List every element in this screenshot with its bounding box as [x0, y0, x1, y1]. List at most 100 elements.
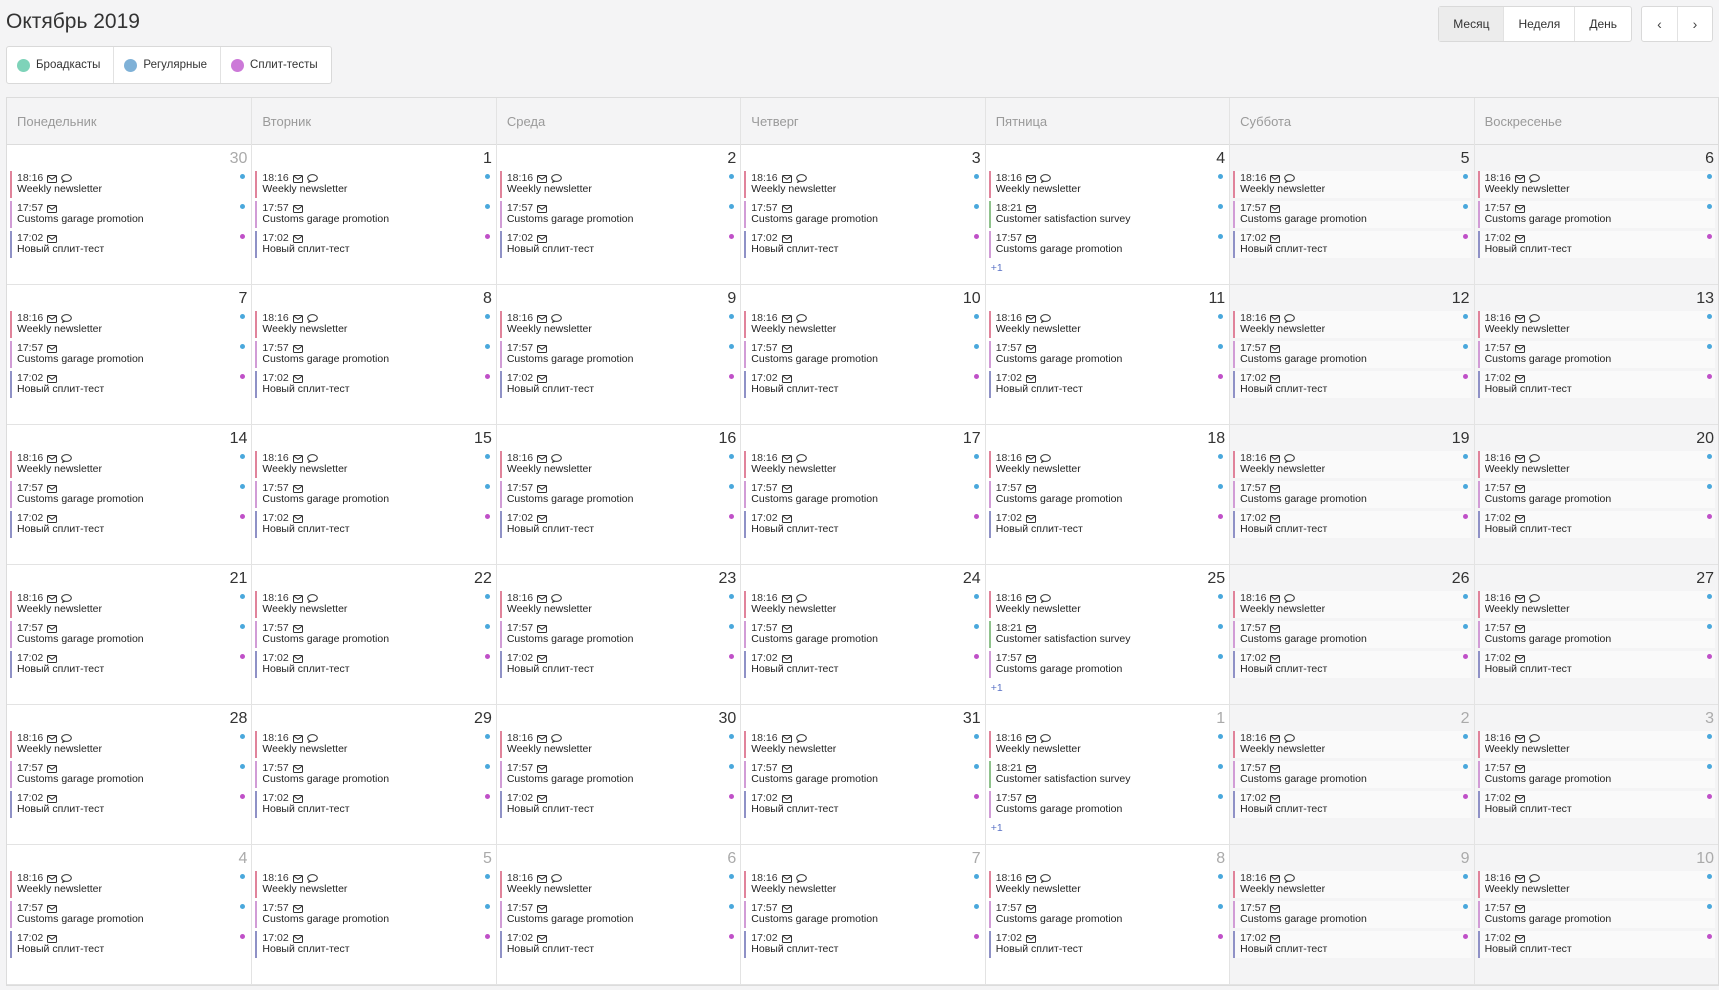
calendar-event[interactable]: 18:16 Weekly newsletter [499, 311, 738, 338]
calendar-event[interactable]: 17:57 Customs garage promotion [744, 341, 982, 368]
day-cell[interactable]: 1 18:16 Weekly newsletter 17:57 Customs gara… [251, 145, 496, 285]
calendar-event[interactable]: 17:02 Новый сплит-тест [10, 651, 249, 678]
calendar-event[interactable]: 17:57 Customs garage promotion [1233, 481, 1471, 508]
calendar-event[interactable]: 18:16 Weekly newsletter [988, 171, 1227, 198]
day-cell[interactable]: 9 18:16 Weekly newsletter 17:57 Customs gara… [1229, 845, 1474, 985]
calendar-event[interactable]: 18:16 Weekly newsletter [1233, 591, 1471, 618]
calendar-event[interactable]: 17:57 Customs garage promotion [744, 761, 982, 788]
calendar-event[interactable]: 17:02 Новый сплит-тест [1477, 231, 1715, 258]
calendar-event[interactable]: 17:57 Customs garage promotion [744, 621, 982, 648]
calendar-event[interactable]: 18:16 Weekly newsletter [1233, 311, 1471, 338]
calendar-event[interactable]: 18:16 Weekly newsletter [499, 171, 738, 198]
day-cell[interactable]: 30 18:16 Weekly newsletter 17:57 Customs gar… [495, 705, 741, 845]
calendar-event[interactable]: 17:57 Customs garage promotion [255, 201, 493, 228]
calendar-event[interactable]: 17:02 Новый сплит-тест [499, 231, 738, 258]
calendar-event[interactable]: 17:57 Customs garage promotion [988, 341, 1227, 368]
calendar-event[interactable]: 18:16 Weekly newsletter [744, 591, 982, 618]
calendar-event[interactable]: 18:16 Weekly newsletter [744, 171, 982, 198]
day-cell[interactable]: 21 18:16 Weekly newsletter 17:57 Customs gar… [7, 565, 252, 705]
calendar-event[interactable]: 18:16 Weekly newsletter [255, 871, 493, 898]
legend-item-broadcasts[interactable]: Броадкасты [7, 47, 113, 83]
calendar-event[interactable]: 17:02 Новый сплит-тест [255, 511, 493, 538]
day-cell[interactable]: 10 18:16 Weekly newsletter 17:57 Customs gar… [1473, 845, 1718, 985]
calendar-event[interactable]: 17:57 Customs garage promotion [499, 761, 738, 788]
calendar-event[interactable]: 18:16 Weekly newsletter [499, 591, 738, 618]
calendar-event[interactable]: 17:57 Customs garage promotion [988, 791, 1227, 818]
calendar-event[interactable]: 17:02 Новый сплит-тест [10, 791, 249, 818]
calendar-event[interactable]: 17:02 Новый сплит-тест [10, 371, 249, 398]
calendar-event[interactable]: 17:57 Customs garage promotion [1233, 341, 1471, 368]
calendar-event[interactable]: 18:16 Weekly newsletter [10, 731, 249, 758]
calendar-event[interactable]: 17:57 Customs garage promotion [1477, 341, 1715, 368]
calendar-event[interactable]: 18:16 Weekly newsletter [499, 731, 738, 758]
day-cell[interactable]: 18 18:16 Weekly newsletter 17:57 Customs gar… [984, 425, 1230, 565]
chevron-left-icon[interactable]: ‹ [1642, 7, 1677, 41]
day-cell[interactable]: 16 18:16 Weekly newsletter 17:57 Customs gar… [495, 425, 741, 565]
day-cell[interactable]: 5 18:16 Weekly newsletter 17:57 Customs gara… [1229, 145, 1474, 285]
calendar-event[interactable]: 18:16 Weekly newsletter [744, 311, 982, 338]
calendar-event[interactable]: 17:02 Новый сплит-тест [499, 511, 738, 538]
calendar-event[interactable]: 18:16 Weekly newsletter [1477, 591, 1715, 618]
legend-item-regular[interactable]: Регулярные [113, 47, 220, 83]
day-cell[interactable]: 24 18:16 Weekly newsletter 17:57 Customs gar… [740, 565, 985, 705]
day-cell[interactable]: 20 18:16 Weekly newsletter 17:57 Customs gar… [1473, 425, 1718, 565]
calendar-event[interactable]: 17:57 Customs garage promotion [499, 621, 738, 648]
chevron-right-icon[interactable]: › [1677, 7, 1712, 41]
calendar-event[interactable]: 17:02 Новый сплит-тест [1233, 231, 1471, 258]
view-month-button[interactable]: Месяц [1439, 7, 1504, 41]
calendar-event[interactable]: 18:21 Customer satisfaction survey [988, 201, 1227, 228]
calendar-event[interactable]: 18:16 Weekly newsletter [988, 311, 1227, 338]
calendar-event[interactable]: 18:16 Weekly newsletter [10, 451, 249, 478]
day-cell[interactable]: 7 18:16 Weekly newsletter 17:57 Customs gara… [740, 845, 985, 985]
calendar-event[interactable]: 17:02 Новый сплит-тест [255, 791, 493, 818]
day-cell[interactable]: 13 18:16 Weekly newsletter 17:57 Customs gar… [1473, 285, 1718, 425]
calendar-event[interactable]: 17:02 Новый сплит-тест [1233, 651, 1471, 678]
calendar-event[interactable]: 17:57 Customs garage promotion [744, 201, 982, 228]
day-cell[interactable]: 3 18:16 Weekly newsletter 17:57 Customs gara… [740, 145, 985, 285]
calendar-event[interactable]: 18:16 Weekly newsletter [255, 311, 493, 338]
day-cell[interactable]: 6 18:16 Weekly newsletter 17:57 Customs gara… [1473, 145, 1718, 285]
calendar-event[interactable]: 17:02 Новый сплит-тест [255, 931, 493, 958]
more-events-link[interactable]: +1 [989, 262, 1226, 274]
view-week-button[interactable]: Неделя [1503, 7, 1574, 41]
day-cell[interactable]: 7 18:16 Weekly newsletter 17:57 Customs gara… [7, 285, 252, 425]
calendar-event[interactable]: 17:02 Новый сплит-тест [744, 651, 982, 678]
calendar-event[interactable]: 17:02 Новый сплит-тест [1477, 511, 1715, 538]
day-cell[interactable]: 5 18:16 Weekly newsletter 17:57 Customs gara… [251, 845, 496, 985]
calendar-event[interactable]: 17:02 Новый сплит-тест [10, 511, 249, 538]
day-cell[interactable]: 30 18:16 Weekly newsletter 17:57 Customs gar… [7, 145, 252, 285]
calendar-event[interactable]: 18:16 Weekly newsletter [1477, 731, 1715, 758]
calendar-event[interactable]: 18:16 Weekly newsletter [255, 451, 493, 478]
calendar-event[interactable]: 17:57 Customs garage promotion [744, 901, 982, 928]
calendar-event[interactable]: 17:57 Customs garage promotion [988, 231, 1227, 258]
calendar-event[interactable]: 17:57 Customs garage promotion [10, 621, 249, 648]
calendar-event[interactable]: 17:02 Новый сплит-тест [10, 231, 249, 258]
calendar-event[interactable]: 17:57 Customs garage promotion [255, 621, 493, 648]
calendar-event[interactable]: 17:02 Новый сплит-тест [1477, 651, 1715, 678]
calendar-event[interactable]: 17:57 Customs garage promotion [10, 201, 249, 228]
legend-item-split-tests[interactable]: Сплит-тесты [220, 47, 331, 83]
calendar-event[interactable]: 17:02 Новый сплит-тест [1477, 791, 1715, 818]
day-cell[interactable]: 3 18:16 Weekly newsletter 17:57 Customs gara… [1473, 705, 1718, 845]
calendar-event[interactable]: 17:02 Новый сплит-тест [1477, 371, 1715, 398]
calendar-event[interactable]: 17:57 Customs garage promotion [1477, 621, 1715, 648]
calendar-event[interactable]: 17:57 Customs garage promotion [255, 761, 493, 788]
calendar-event[interactable]: 17:02 Новый сплит-тест [255, 371, 493, 398]
day-cell[interactable]: 14 18:16 Weekly newsletter 17:57 Customs gar… [7, 425, 252, 565]
day-cell[interactable]: 10 18:16 Weekly newsletter 17:57 Customs gar… [740, 285, 985, 425]
calendar-event[interactable]: 17:57 Customs garage promotion [499, 341, 738, 368]
calendar-event[interactable]: 17:57 Customs garage promotion [1477, 201, 1715, 228]
calendar-event[interactable]: 17:57 Customs garage promotion [255, 481, 493, 508]
calendar-event[interactable]: 17:57 Customs garage promotion [10, 481, 249, 508]
calendar-event[interactable]: 18:16 Weekly newsletter [10, 171, 249, 198]
calendar-event[interactable]: 18:16 Weekly newsletter [744, 451, 982, 478]
calendar-event[interactable]: 18:16 Weekly newsletter [744, 731, 982, 758]
calendar-event[interactable]: 18:16 Weekly newsletter [988, 591, 1227, 618]
calendar-event[interactable]: 18:16 Weekly newsletter [1233, 871, 1471, 898]
calendar-event[interactable]: 17:57 Customs garage promotion [255, 901, 493, 928]
calendar-event[interactable]: 18:16 Weekly newsletter [1477, 451, 1715, 478]
calendar-event[interactable]: 18:16 Weekly newsletter [1477, 171, 1715, 198]
calendar-event[interactable]: 17:02 Новый сплит-тест [499, 651, 738, 678]
calendar-event[interactable]: 17:57 Customs garage promotion [10, 761, 249, 788]
calendar-event[interactable]: 17:57 Customs garage promotion [1233, 201, 1471, 228]
